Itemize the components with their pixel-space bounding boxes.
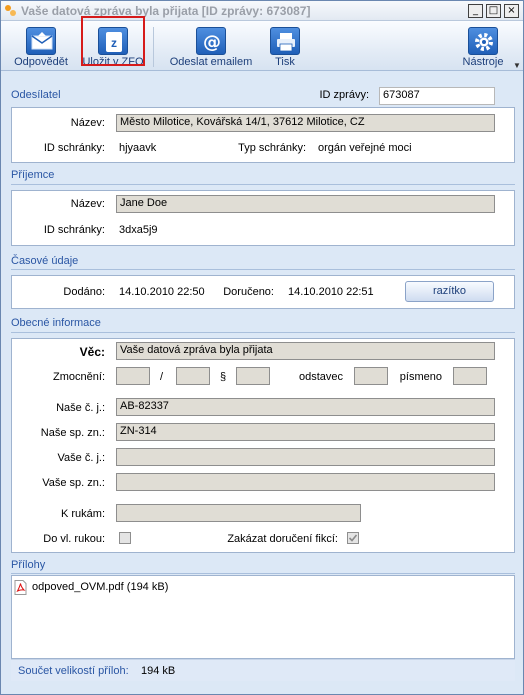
clause-label: odstavec bbox=[298, 371, 343, 383]
sender-name-label: Název: bbox=[70, 117, 105, 129]
reply-envelope-icon bbox=[26, 27, 56, 55]
toolbar: Odpovědět z Uložit v ZFO @ Odeslat email… bbox=[1, 21, 523, 71]
authorization-number-field[interactable] bbox=[116, 367, 150, 385]
subject-field: Vaše datová zpráva byla přijata bbox=[116, 342, 495, 360]
recipient-name-field: Jane Doe bbox=[116, 195, 495, 213]
at-sign-icon: @ bbox=[196, 27, 226, 55]
window-title: Vaše datová zpráva byla přijata [ID zprá… bbox=[21, 4, 311, 18]
attachments-heading: Přílohy bbox=[11, 559, 46, 571]
your-ref-label: Vaše č. j.: bbox=[57, 452, 105, 464]
message-id-field: 673087 bbox=[379, 87, 495, 105]
paragraph-field[interactable] bbox=[236, 367, 270, 385]
close-button[interactable]: × bbox=[504, 4, 519, 18]
attention-label: K rukám: bbox=[60, 508, 105, 520]
our-file-field: ZN-314 bbox=[116, 423, 495, 441]
paragraph-sign: § bbox=[220, 371, 227, 383]
reply-button[interactable]: Odpovědět bbox=[7, 21, 75, 71]
delivered-label: Dodáno: bbox=[63, 286, 105, 298]
general-heading: Obecné informace bbox=[11, 317, 101, 329]
our-file-label: Naše sp. zn.: bbox=[40, 427, 105, 439]
pdf-icon bbox=[14, 580, 27, 595]
app-icon bbox=[5, 5, 16, 16]
tools-button[interactable]: Nástroje bbox=[457, 21, 509, 71]
highlight-frame bbox=[81, 16, 145, 66]
toolbar-separator bbox=[153, 27, 154, 67]
sender-box-id-label: ID schránky: bbox=[43, 142, 105, 154]
sender-heading: Odesílatel bbox=[11, 89, 61, 101]
our-ref-field: AB-82337 bbox=[116, 398, 495, 416]
section-rule bbox=[11, 269, 515, 270]
title-bar: Vaše datová zpráva byla přijata [ID zprá… bbox=[1, 1, 523, 21]
attachments-total-label: Součet velikostí příloh: bbox=[18, 665, 129, 677]
gear-icon bbox=[468, 27, 498, 55]
your-file-field bbox=[116, 473, 495, 491]
sender-box-type: orgán veřejné moci bbox=[318, 142, 412, 154]
authorization-year-field[interactable] bbox=[176, 367, 210, 385]
our-ref-label: Naše č. j.: bbox=[56, 402, 105, 414]
svg-text:@: @ bbox=[203, 32, 221, 53]
personal-delivery-label: Do vl. rukou: bbox=[43, 533, 105, 545]
stamp-button[interactable]: razítko bbox=[405, 281, 494, 302]
section-rule bbox=[11, 573, 515, 574]
print-button[interactable]: Tisk bbox=[263, 21, 307, 71]
received-label: Doručeno: bbox=[223, 286, 274, 298]
fiction-label: Zakázat doručení fikcí: bbox=[227, 533, 338, 545]
time-heading: Časové údaje bbox=[11, 255, 79, 267]
sender-box-id: hjyaavk bbox=[119, 142, 157, 154]
printer-icon bbox=[270, 27, 300, 55]
recipient-name-label: Název: bbox=[70, 198, 105, 210]
attachments-total: 194 kB bbox=[141, 665, 176, 677]
received-value: 14.10.2010 22:51 bbox=[288, 286, 374, 298]
slash-separator: / bbox=[160, 371, 164, 383]
authorization-label: Zmocnění: bbox=[53, 371, 105, 383]
subject-label: Věc: bbox=[79, 345, 105, 359]
your-ref-field bbox=[116, 448, 495, 466]
send-email-button[interactable]: @ Odeslat emailem bbox=[166, 21, 256, 71]
message-window: Vaše datová zpráva byla přijata [ID zprá… bbox=[0, 0, 524, 695]
letter-label: písmeno bbox=[399, 371, 442, 383]
clause-field[interactable] bbox=[354, 367, 388, 385]
minimize-button[interactable]: _ bbox=[468, 4, 483, 18]
attention-field bbox=[116, 504, 361, 522]
sender-name-field: Město Milotice, Kovářská 14/1, 37612 Mil… bbox=[116, 114, 495, 132]
recipient-heading: Příjemce bbox=[11, 169, 55, 181]
section-rule bbox=[11, 332, 515, 333]
letter-field[interactable] bbox=[453, 367, 487, 385]
fiction-checkbox[interactable] bbox=[347, 532, 359, 544]
your-file-label: Vaše sp. zn.: bbox=[42, 477, 105, 489]
delivered-value: 14.10.2010 22:50 bbox=[119, 286, 205, 298]
attachment-name: odpoved_OVM.pdf (194 kB) bbox=[32, 581, 169, 593]
recipient-box-id: 3dxa5j9 bbox=[119, 224, 158, 236]
recipient-box-id-label: ID schránky: bbox=[43, 224, 105, 236]
personal-delivery-checkbox[interactable] bbox=[119, 532, 131, 544]
checkmark-icon bbox=[348, 534, 358, 542]
chevron-down-icon[interactable]: ▼ bbox=[513, 61, 521, 70]
sender-box-type-label: Typ schránky: bbox=[238, 142, 306, 154]
section-rule bbox=[11, 184, 515, 185]
maximize-button[interactable]: □ bbox=[486, 4, 501, 18]
message-id-label: ID zprávy: bbox=[319, 89, 369, 101]
